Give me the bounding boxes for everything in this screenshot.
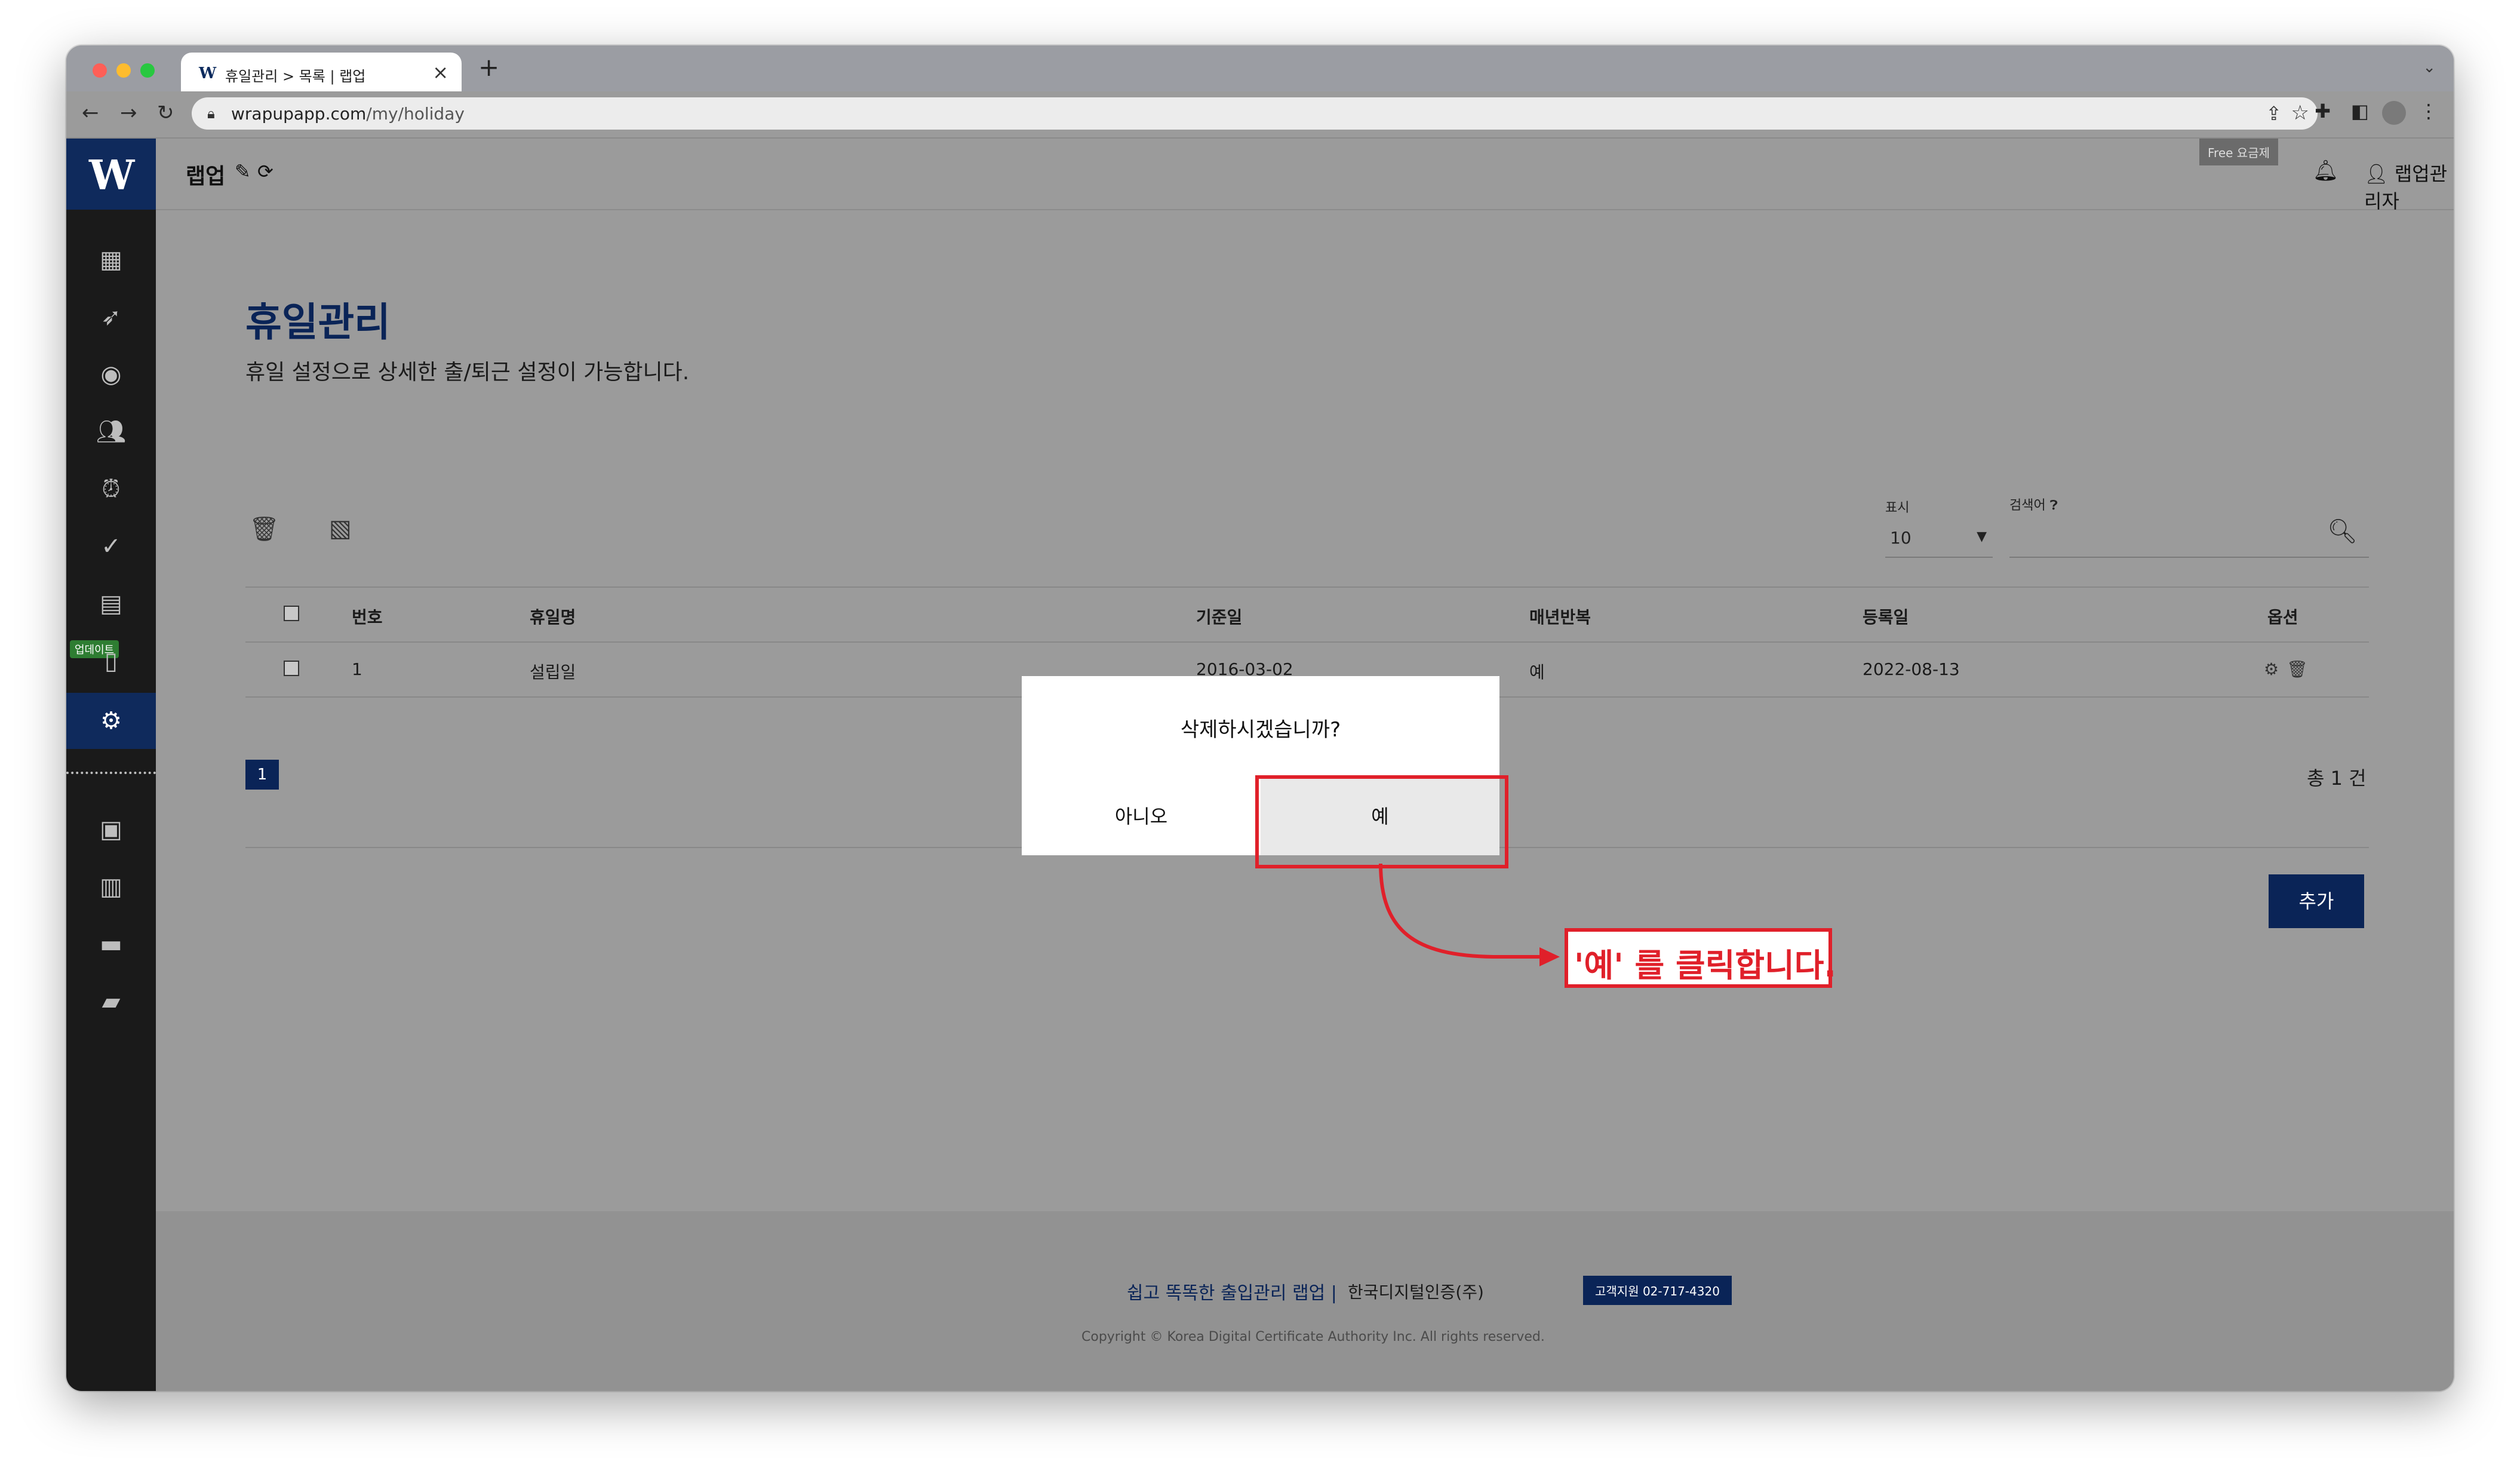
callout-text: '예' 를 클릭합니다.	[1574, 947, 1836, 984]
annotation-arrow	[1379, 863, 1560, 966]
annotation-callout: '예' 를 클릭합니다.	[1565, 928, 1836, 988]
